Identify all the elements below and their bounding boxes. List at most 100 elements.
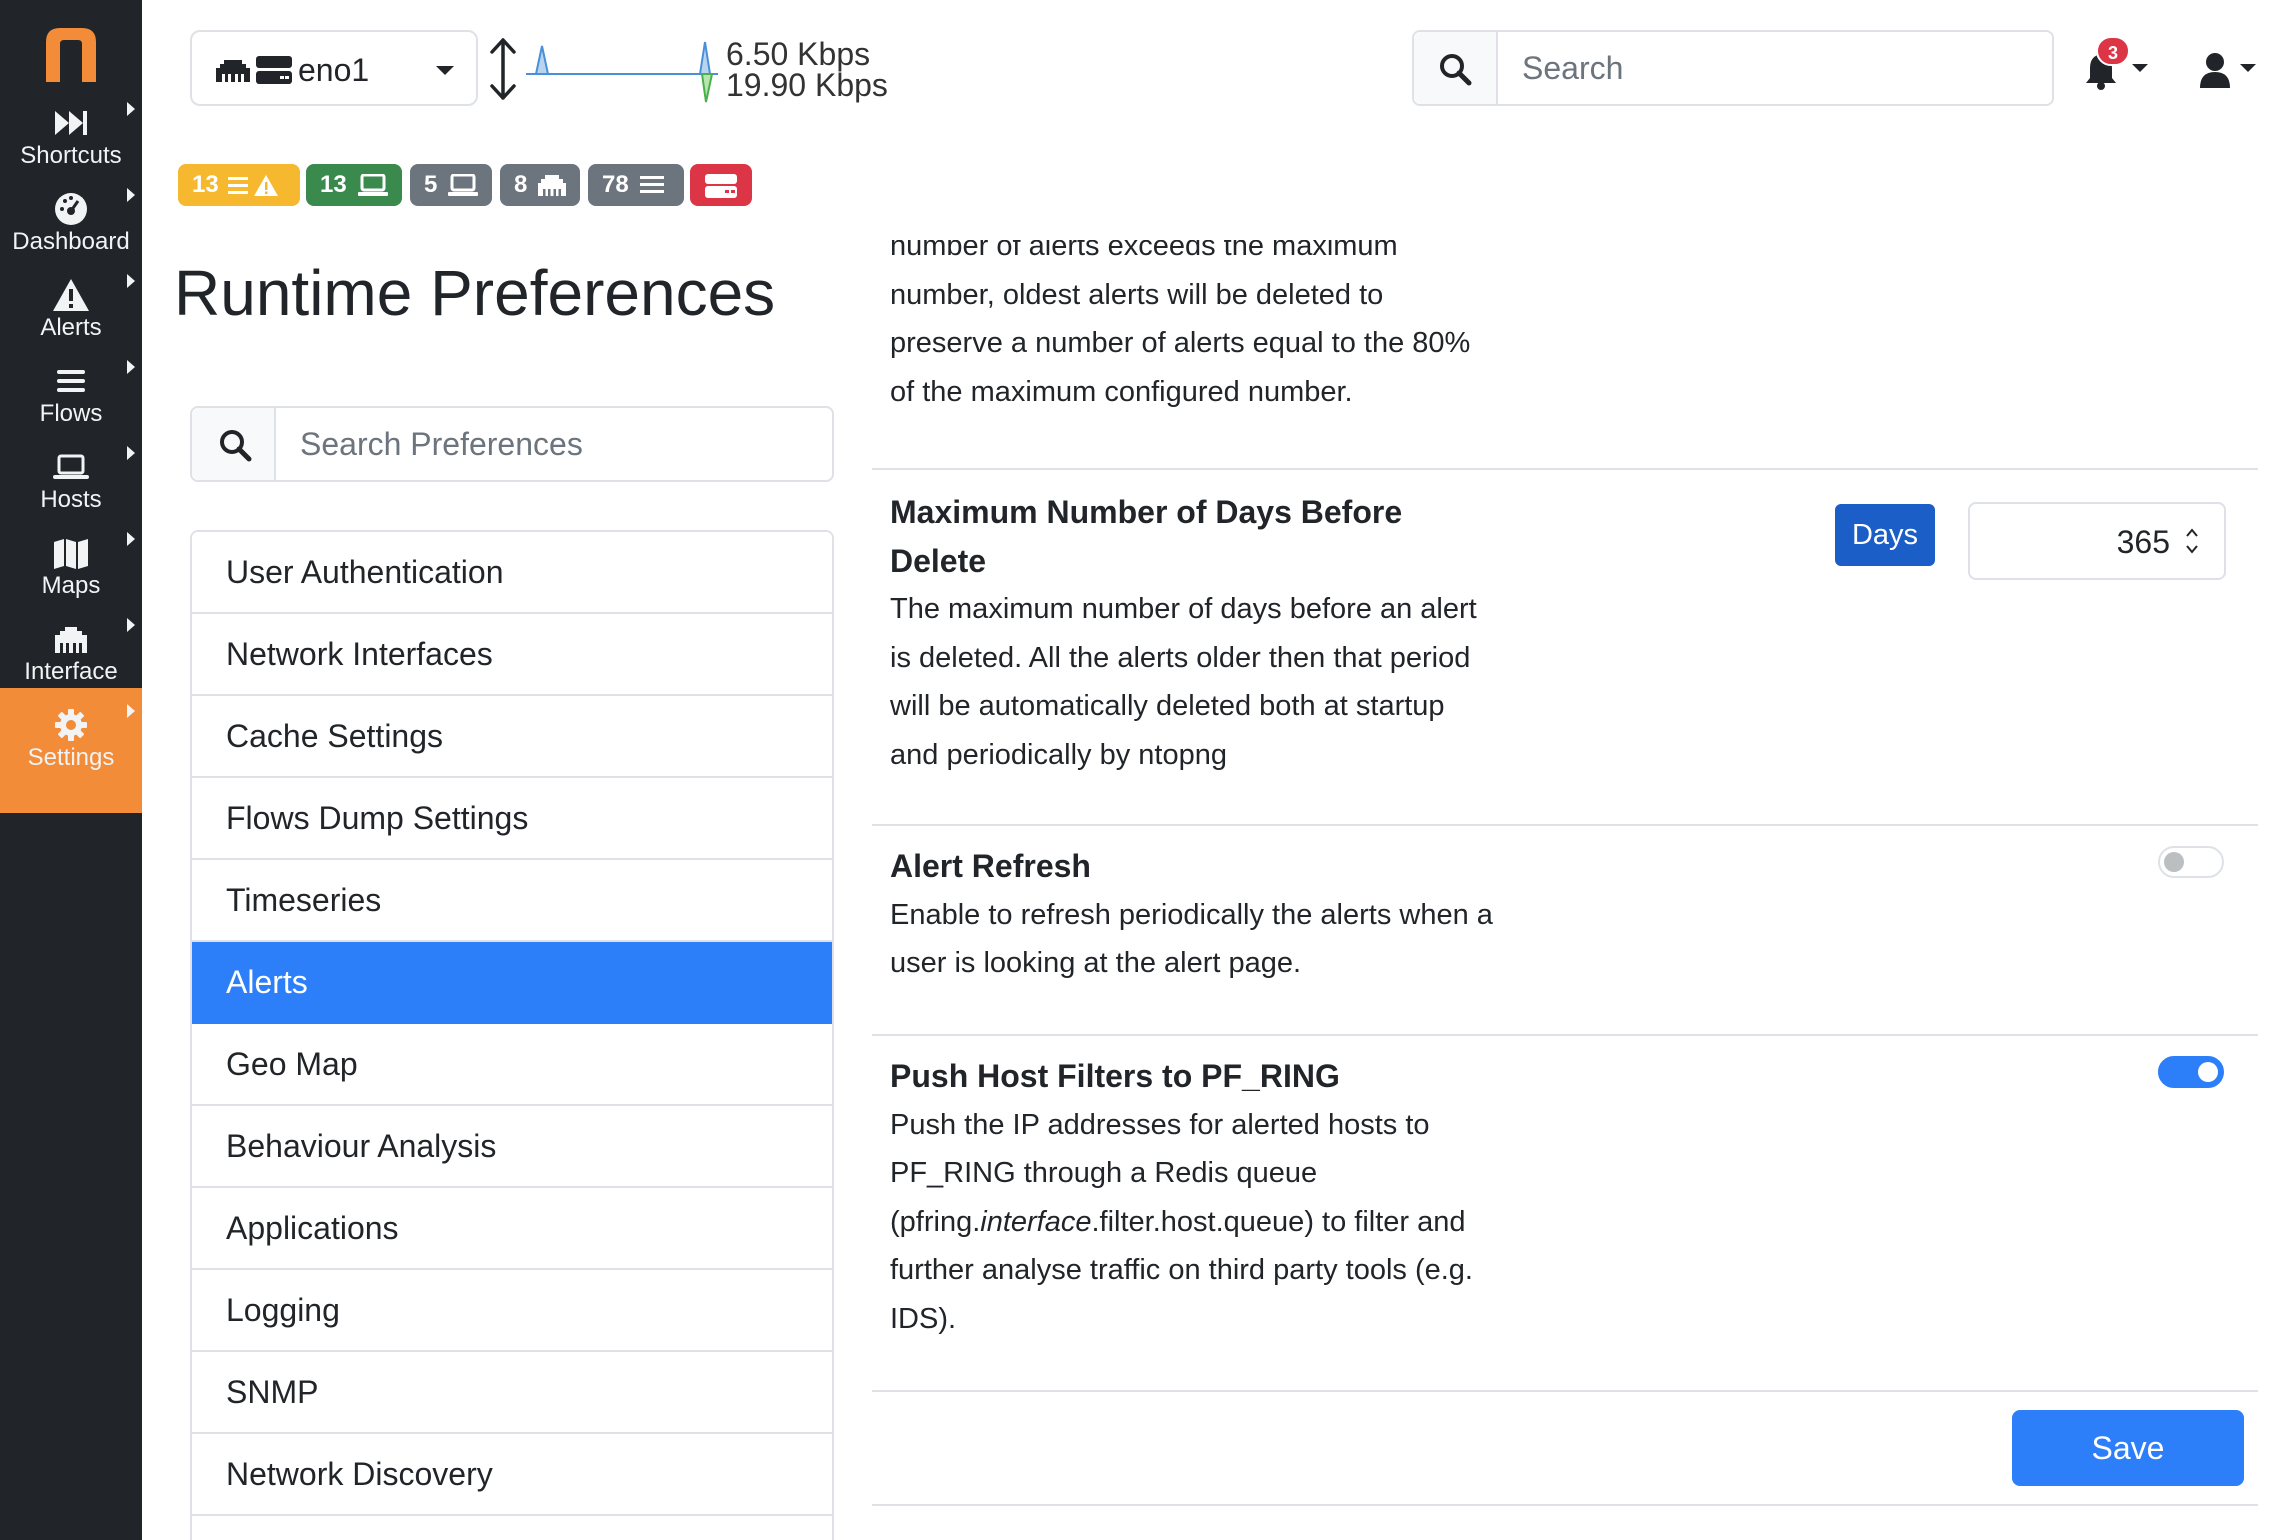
page-title: Runtime Preferences bbox=[174, 257, 776, 329]
pref-title: Delete bbox=[890, 542, 987, 579]
caret-down-icon[interactable] bbox=[2132, 64, 2148, 72]
pref-desc-line: IDS). bbox=[890, 1302, 957, 1335]
pref-desc-line: number, oldest alerts will be deleted to bbox=[890, 278, 1384, 311]
hdd-icon bbox=[705, 174, 737, 198]
category-alerts[interactable]: Alerts bbox=[192, 942, 832, 1024]
pref-desc-text: (pfring. bbox=[890, 1205, 981, 1238]
sidebar: Shortcuts Dashboard Alerts Flows Hosts M… bbox=[0, 0, 142, 1540]
badge-remote-hosts[interactable]: 5 bbox=[410, 164, 492, 206]
badge-flows[interactable]: 78 bbox=[588, 164, 684, 206]
chevron-right-icon bbox=[127, 618, 135, 632]
badge-engaged-alerts[interactable]: 13 bbox=[178, 164, 300, 206]
save-button[interactable]: Save bbox=[2012, 1410, 2244, 1486]
map-icon bbox=[54, 539, 88, 569]
bars-icon bbox=[640, 176, 664, 193]
gauge-icon bbox=[55, 193, 87, 225]
bars-icon bbox=[57, 370, 85, 392]
search-icon bbox=[220, 430, 252, 462]
divider bbox=[872, 824, 2258, 826]
fast-forward-icon bbox=[55, 111, 87, 135]
pref-alert-refresh: Alert Refresh Enable to refresh periodic… bbox=[890, 842, 1610, 988]
pref-desc-text: .filter.host.queue) to filter and bbox=[1091, 1205, 1466, 1238]
category-network-discovery[interactable]: Network Discovery bbox=[192, 1434, 832, 1516]
sidebar-item-label: Interface bbox=[24, 658, 118, 685]
category-timeseries[interactable]: Timeseries bbox=[192, 860, 832, 942]
badge-local-hosts[interactable]: 13 bbox=[306, 164, 402, 206]
pref-desc-line: Push the IP addresses for alerted hosts … bbox=[890, 1108, 1430, 1141]
laptop-icon bbox=[358, 174, 388, 196]
pref-desc-line: preserve a number of alerts equal to the… bbox=[890, 327, 1471, 359]
preferences-search-button[interactable] bbox=[192, 408, 276, 480]
category-behaviour-analysis[interactable]: Behaviour Analysis bbox=[192, 1106, 832, 1188]
throughput-upload: 6.50 Kbps bbox=[726, 36, 871, 72]
badge-disk-status[interactable] bbox=[690, 164, 752, 206]
preferences-search-input[interactable] bbox=[278, 408, 830, 480]
days-unit-label: Days bbox=[1835, 504, 1935, 566]
notification-badge: 3 bbox=[2096, 36, 2130, 66]
sidebar-item-label: Settings bbox=[27, 744, 115, 771]
pref-title: Push Host Filters to PF_RING bbox=[890, 1058, 1340, 1094]
divider bbox=[872, 1504, 2258, 1506]
category-more[interactable] bbox=[192, 1516, 832, 1540]
truncated-pref-description: number of alerts exceeds the maximum num… bbox=[890, 240, 1590, 416]
chevron-right-icon bbox=[127, 446, 135, 460]
pref-title: Alert Refresh bbox=[890, 848, 1091, 884]
badge-devices[interactable]: 8 bbox=[500, 164, 580, 206]
push-host-filters-toggle[interactable] bbox=[2158, 1056, 2224, 1088]
throughput-sparkline bbox=[526, 41, 718, 103]
pref-desc-line: PF_RING through a Redis queue bbox=[890, 1157, 1318, 1189]
pref-desc-line: The maximum number of days before an ale… bbox=[890, 593, 1477, 625]
pref-desc-line: of the maximum configured number. bbox=[890, 375, 1353, 408]
pref-title: Maximum Number of Days Before bbox=[890, 494, 1403, 530]
preferences-search bbox=[190, 406, 834, 482]
pref-desc-line: is deleted. All the alerts older then th… bbox=[890, 641, 1471, 674]
caret-down-icon[interactable] bbox=[2240, 64, 2256, 72]
pref-max-days: Maximum Number of Days Before Delete The… bbox=[890, 488, 1590, 779]
category-applications[interactable]: Applications bbox=[192, 1188, 832, 1270]
category-snmp[interactable]: SNMP bbox=[192, 1352, 832, 1434]
sidebar-item-settings[interactable]: Settings bbox=[0, 688, 142, 813]
laptop-icon bbox=[448, 174, 478, 196]
badge-count: 13 bbox=[192, 171, 219, 198]
max-days-value: 365 bbox=[2116, 524, 2170, 560]
max-days-input[interactable]: 365 bbox=[1968, 502, 2226, 580]
laptop-icon bbox=[53, 454, 89, 479]
category-flows-dump-settings[interactable]: Flows Dump Settings bbox=[192, 778, 832, 860]
pref-desc-line: user is looking at the alert page. bbox=[890, 947, 1302, 979]
category-logging[interactable]: Logging bbox=[192, 1270, 832, 1352]
category-network-interfaces[interactable]: Network Interfaces bbox=[192, 614, 832, 696]
pref-push-host-filters: Push Host Filters to PF_RING Push the IP… bbox=[890, 1052, 1610, 1343]
gear-icon bbox=[55, 709, 87, 741]
ntopng-logo[interactable] bbox=[40, 24, 102, 86]
sidebar-item-label: Hosts bbox=[40, 486, 102, 513]
user-icon[interactable] bbox=[2198, 52, 2232, 88]
pref-desc-line: (pfring.interface.filter.host.queue) to … bbox=[890, 1198, 1610, 1247]
search-input[interactable] bbox=[1500, 32, 2048, 104]
caret-down-icon bbox=[436, 66, 454, 75]
divider bbox=[872, 1390, 2258, 1392]
category-cache-settings[interactable]: Cache Settings bbox=[192, 696, 832, 778]
warning-icon bbox=[53, 279, 89, 311]
interface-select[interactable]: eno1 bbox=[190, 30, 478, 106]
ethernet-icon bbox=[216, 60, 250, 82]
pref-desc-line: further analyse traffic on third party t… bbox=[890, 1254, 1473, 1286]
search-icon bbox=[1440, 54, 1472, 86]
divider bbox=[872, 1034, 2258, 1036]
preferences-category-list: User Authentication Network Interfaces C… bbox=[190, 530, 834, 1540]
category-geo-map[interactable]: Geo Map bbox=[192, 1024, 832, 1106]
pref-desc-line: will be automatically deleted both at st… bbox=[890, 690, 1445, 722]
search-button[interactable] bbox=[1414, 32, 1498, 104]
chevron-right-icon bbox=[127, 360, 135, 374]
throughput-download: 19.90 Kbps bbox=[726, 67, 888, 103]
pref-desc-line: Enable to refresh periodically the alert… bbox=[890, 898, 1493, 931]
ethernet-icon bbox=[538, 175, 566, 196]
chevron-right-icon bbox=[127, 532, 135, 546]
pref-desc-line: and periodically by ntopng bbox=[890, 738, 1227, 771]
sidebar-item-label: Alerts bbox=[40, 314, 102, 341]
category-user-authentication[interactable]: User Authentication bbox=[192, 532, 832, 614]
sidebar-item-label: Maps bbox=[41, 572, 101, 599]
spinner-arrows-icon[interactable] bbox=[2184, 524, 2200, 558]
alert-refresh-toggle[interactable] bbox=[2158, 846, 2224, 878]
badge-count: 5 bbox=[424, 171, 438, 198]
sidebar-item-label: Dashboard bbox=[12, 228, 130, 255]
